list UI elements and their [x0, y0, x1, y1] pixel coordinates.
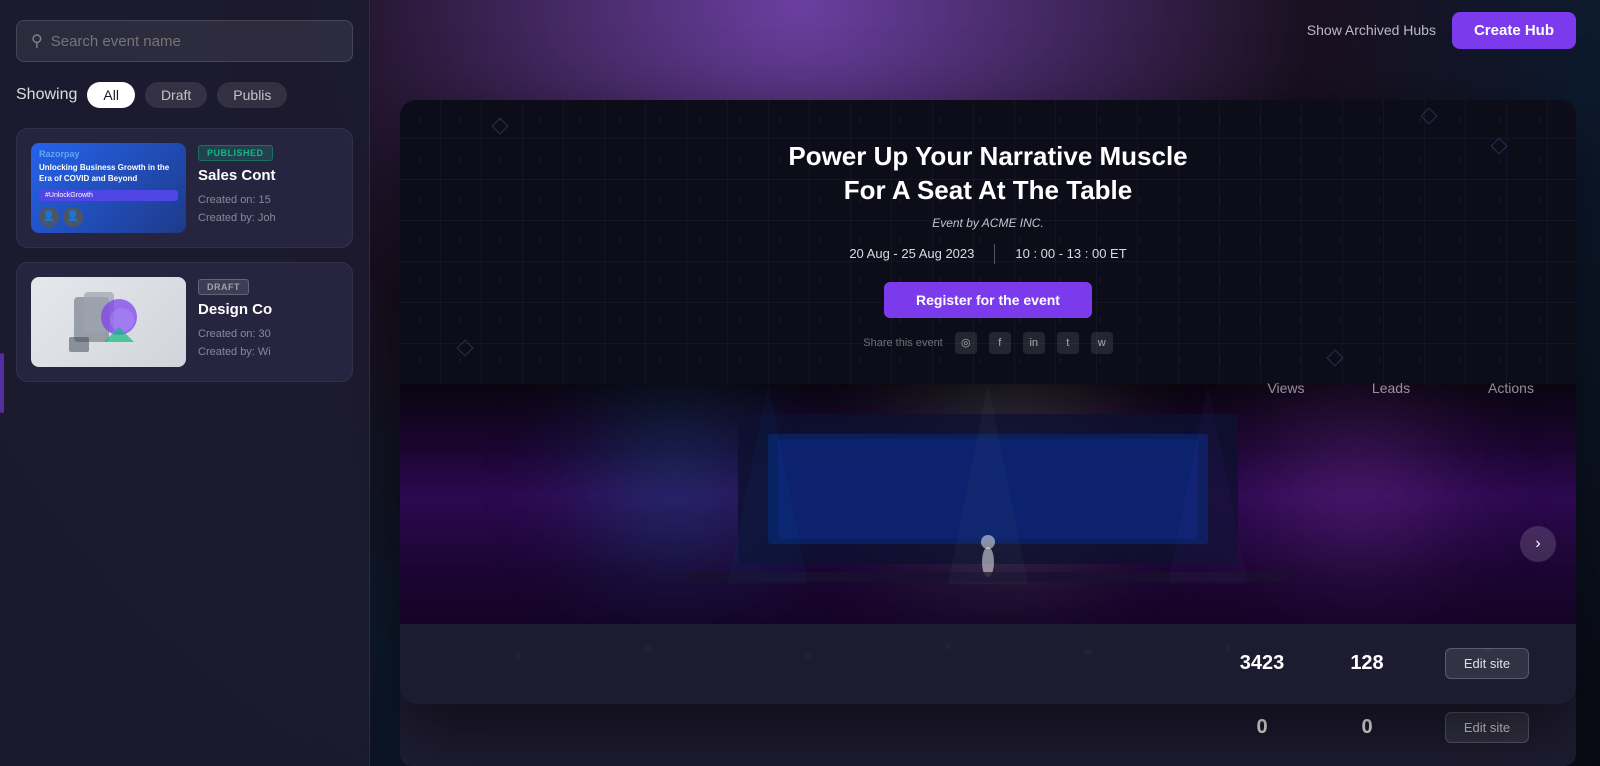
- event-card-2[interactable]: DRAFT Design Co Created on: 30Created by…: [16, 262, 353, 382]
- event-name-1: Sales Cont: [198, 167, 338, 184]
- event-card-1[interactable]: Razorpay Unlocking Business Growth in th…: [16, 128, 353, 248]
- event-date-range: 20 Aug - 25 Aug 2023: [849, 246, 974, 261]
- top-bar: Show Archived Hubs Create Hub: [370, 0, 1600, 60]
- event-1-views: 3423: [1212, 652, 1312, 675]
- event-1-stats-row: 3423 128 Edit site: [400, 624, 1576, 704]
- event-status-badge-2: DRAFT: [198, 279, 249, 295]
- sidebar: ⚲ Showing All Draft Publis Razorpay Unlo…: [0, 0, 370, 766]
- event-by: Event by ACME INC.: [460, 216, 1516, 230]
- filter-row: Showing All Draft Publis: [16, 82, 353, 108]
- search-icon: ⚲: [31, 31, 43, 51]
- main-area: Show Archived Hubs Create Hub Views Lead…: [370, 0, 1600, 766]
- table-headers: Views Leads Actions: [370, 380, 1600, 396]
- show-archived-button[interactable]: Show Archived Hubs: [1307, 22, 1436, 38]
- linkedin-icon[interactable]: in: [1023, 332, 1045, 354]
- filter-published-button[interactable]: Publis: [217, 82, 287, 108]
- thumb-faces: 👤 👤: [39, 207, 178, 227]
- facebook-icon[interactable]: f: [989, 332, 1011, 354]
- edit-site-button-2[interactable]: Edit site: [1445, 712, 1529, 743]
- event-2-leads: 0: [1312, 716, 1422, 739]
- event-preview: Power Up Your Narrative Muscle For A Sea…: [400, 100, 1576, 704]
- event-1-leads: 128: [1312, 652, 1422, 675]
- filter-all-button[interactable]: All: [87, 82, 135, 108]
- showing-label: Showing: [16, 86, 77, 104]
- search-bar[interactable]: ⚲: [16, 20, 353, 62]
- event-1-actions: Edit site: [1422, 648, 1552, 679]
- thumb-hashtag: #UnlockGrowth: [39, 190, 178, 201]
- event-2-actions: Edit site: [1422, 712, 1552, 743]
- event-thumbnail-1: Razorpay Unlocking Business Growth in th…: [31, 143, 186, 233]
- share-row: Share this event ◎ f in t w: [460, 332, 1516, 354]
- event-status-badge-1: PUBLISHED: [198, 145, 273, 161]
- col-header-views: Views: [1236, 380, 1336, 396]
- edit-site-button-1[interactable]: Edit site: [1445, 648, 1529, 679]
- event-meta-1: Created on: 15Created by: Joh: [198, 192, 338, 227]
- col-header-actions: Actions: [1446, 380, 1576, 396]
- filter-draft-button[interactable]: Draft: [145, 82, 207, 108]
- design-art: [31, 277, 186, 367]
- event-thumbnail-2: [31, 277, 186, 367]
- face-1: 👤: [39, 207, 59, 227]
- event-banner: Power Up Your Narrative Muscle For A Sea…: [400, 100, 1576, 384]
- event-2-views: 0: [1212, 716, 1312, 739]
- event-info-2: DRAFT Design Co Created on: 30Created by…: [198, 277, 338, 367]
- event-info-1: PUBLISHED Sales Cont Created on: 15Creat…: [198, 143, 338, 233]
- event-meta-2: Created on: 30Created by: Wi: [198, 326, 338, 361]
- whatsapp-icon[interactable]: w: [1091, 332, 1113, 354]
- search-input[interactable]: [51, 33, 338, 50]
- event-time-range: 10 : 00 - 13 : 00 ET: [1015, 246, 1126, 261]
- sidebar-scroll: [0, 353, 4, 413]
- face-2: 👤: [63, 207, 83, 227]
- event-name-2: Design Co: [198, 301, 338, 318]
- brand-label: Razorpay: [39, 149, 178, 159]
- twitter-icon[interactable]: t: [1057, 332, 1079, 354]
- next-arrow[interactable]: ›: [1520, 526, 1556, 562]
- event-dates: 20 Aug - 25 Aug 2023 10 : 00 - 13 : 00 E…: [460, 244, 1516, 264]
- share-label: Share this event: [863, 337, 943, 349]
- create-hub-button[interactable]: Create Hub: [1452, 12, 1576, 49]
- thumb-title: Unlocking Business Growth in the Era of …: [39, 163, 178, 184]
- instagram-icon[interactable]: ◎: [955, 332, 977, 354]
- register-button[interactable]: Register for the event: [884, 282, 1092, 318]
- date-divider: [994, 244, 995, 264]
- event-title: Power Up Your Narrative Muscle For A Sea…: [460, 140, 1516, 208]
- col-header-leads: Leads: [1336, 380, 1446, 396]
